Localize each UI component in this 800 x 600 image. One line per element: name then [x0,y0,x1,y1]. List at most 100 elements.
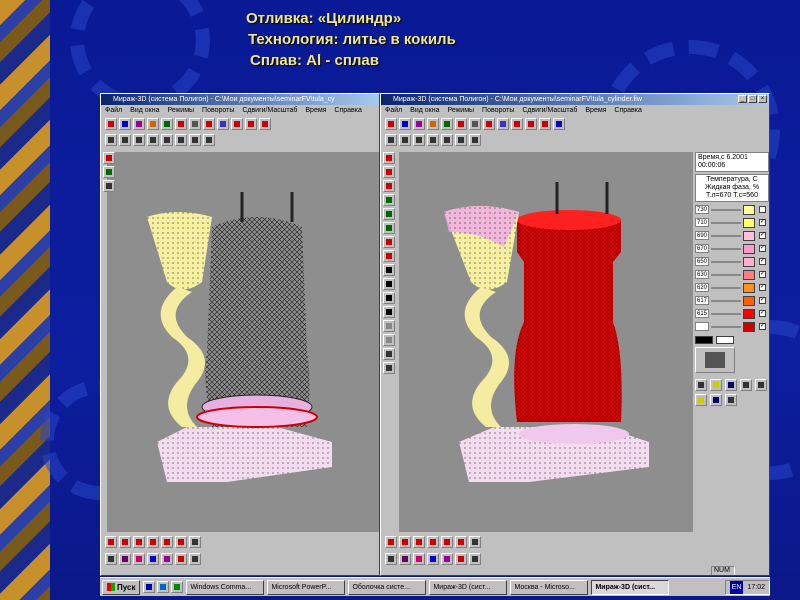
browser-icon[interactable] [157,581,170,593]
toolbar-button[interactable] [385,536,397,548]
toolbar-button[interactable] [725,394,737,406]
legend-slider[interactable] [711,299,741,302]
toolbar-button[interactable] [119,134,131,146]
legend-color-swatch[interactable] [743,295,755,306]
toolbar-button[interactable] [147,536,159,548]
legend-color-swatch[interactable] [743,230,755,241]
clock[interactable]: 17:02 [747,581,765,594]
toolbar-button[interactable] [413,134,425,146]
task-button[interactable]: Мираж-3D (сист... [429,579,508,595]
toolbar-button[interactable] [147,118,159,130]
legend-checkbox[interactable]: ✓ [759,297,766,304]
help-icon[interactable] [553,118,565,130]
toolbar-button[interactable] [161,536,173,548]
maximize-button[interactable]: □ [748,95,757,103]
legend-slider[interactable] [711,286,741,289]
toolbar-button[interactable] [189,118,201,130]
toolbar-button[interactable] [133,553,145,565]
right-window-titlebar[interactable]: Мираж-3D (система Полигон) - C:\Мои доку… [381,94,769,105]
toolbar-button[interactable] [105,118,117,130]
menu-file[interactable]: Файл [385,107,402,114]
toolbar-button[interactable] [203,118,215,130]
toolbar-button[interactable] [399,134,411,146]
desktop-icon[interactable] [143,581,156,593]
legend-checkbox[interactable]: ✓ [759,219,766,226]
task-button[interactable]: Microsoft PowerP... [267,579,346,595]
menu-modes[interactable]: Режимы [167,107,194,114]
tool-button[interactable] [383,348,395,360]
menu-view[interactable]: Вид окна [410,107,439,114]
toolbar-button[interactable] [441,536,453,548]
legend-slider[interactable] [711,208,741,211]
toolbar-button[interactable] [427,118,439,130]
tool-button[interactable] [383,208,395,220]
arrow-up-icon[interactable] [383,292,395,304]
menu-modes[interactable]: Режимы [447,107,474,114]
black-swatch[interactable] [695,336,713,344]
arrow-right-icon[interactable] [383,278,395,290]
menu-help[interactable]: Справка [614,107,641,114]
legend-slider[interactable] [711,273,741,276]
toolbar-button[interactable] [189,553,201,565]
toolbar-button[interactable] [455,118,467,130]
legend-checkbox[interactable] [759,206,766,213]
arrow-left-icon[interactable] [383,264,395,276]
legend-checkbox[interactable]: ✓ [759,310,766,317]
legend-slider[interactable] [711,325,741,328]
toolbar-button[interactable] [161,118,173,130]
toolbar-button[interactable] [385,553,397,565]
menu-time[interactable]: Время [585,107,606,114]
save-icon[interactable] [725,379,737,391]
legend-checkbox[interactable]: ✓ [759,271,766,278]
legend-slider[interactable] [711,247,741,250]
menu-rotations[interactable]: Повороты [202,107,234,114]
tool-button[interactable] [103,152,115,164]
tool-button[interactable] [383,152,395,164]
start-button[interactable]: Пуск [102,579,141,595]
toolbar-button[interactable] [427,134,439,146]
toolbar-button[interactable] [105,553,117,565]
tool-button[interactable] [103,180,115,192]
folder-icon[interactable] [695,394,707,406]
language-indicator[interactable]: EN [729,580,744,594]
toolbar-button[interactable] [175,553,187,565]
toolbar-button[interactable] [105,134,117,146]
toolbar-button[interactable] [441,553,453,565]
task-button-active[interactable]: Мираж-3D (сист... [591,579,670,595]
toolbar-button[interactable] [469,134,481,146]
legend-color-swatch[interactable] [743,321,755,332]
task-button[interactable]: Windows Comma... [186,579,265,595]
mail-icon[interactable] [171,581,184,593]
legend-checkbox[interactable]: ✓ [759,258,766,265]
toolbar-button[interactable] [539,118,551,130]
toolbar-button[interactable] [119,553,131,565]
legend-color-swatch[interactable] [743,269,755,280]
toolbar-button[interactable] [427,536,439,548]
legend-slider[interactable] [711,221,741,224]
legend-slider[interactable] [711,260,741,263]
legend-color-swatch[interactable] [743,282,755,293]
toolbar-button[interactable] [161,553,173,565]
toolbar-button[interactable] [441,118,453,130]
toolbar-button[interactable] [413,553,425,565]
toolbar-button[interactable] [189,134,201,146]
toolbar-button[interactable] [427,553,439,565]
toolbar-button[interactable] [217,118,229,130]
tool-button[interactable] [383,194,395,206]
toolbar-button[interactable] [497,118,509,130]
save-icon[interactable] [710,394,722,406]
legend-slider[interactable] [711,234,741,237]
toolbar-button[interactable] [385,134,397,146]
task-button[interactable]: Москва - Microso... [510,579,589,595]
tool-button[interactable] [383,250,395,262]
legend-checkbox[interactable]: ✓ [759,323,766,330]
menu-shift-scale[interactable]: Сдвиги/Масштаб [522,107,577,114]
toolbar-button[interactable] [413,118,425,130]
toolbar-button[interactable] [399,553,411,565]
toolbar-button[interactable] [105,536,117,548]
toolbar-button[interactable] [511,118,523,130]
toolbar-button[interactable] [259,118,271,130]
toolbar-button[interactable] [399,536,411,548]
toolbar-button[interactable] [133,118,145,130]
tool-button[interactable] [383,334,395,346]
